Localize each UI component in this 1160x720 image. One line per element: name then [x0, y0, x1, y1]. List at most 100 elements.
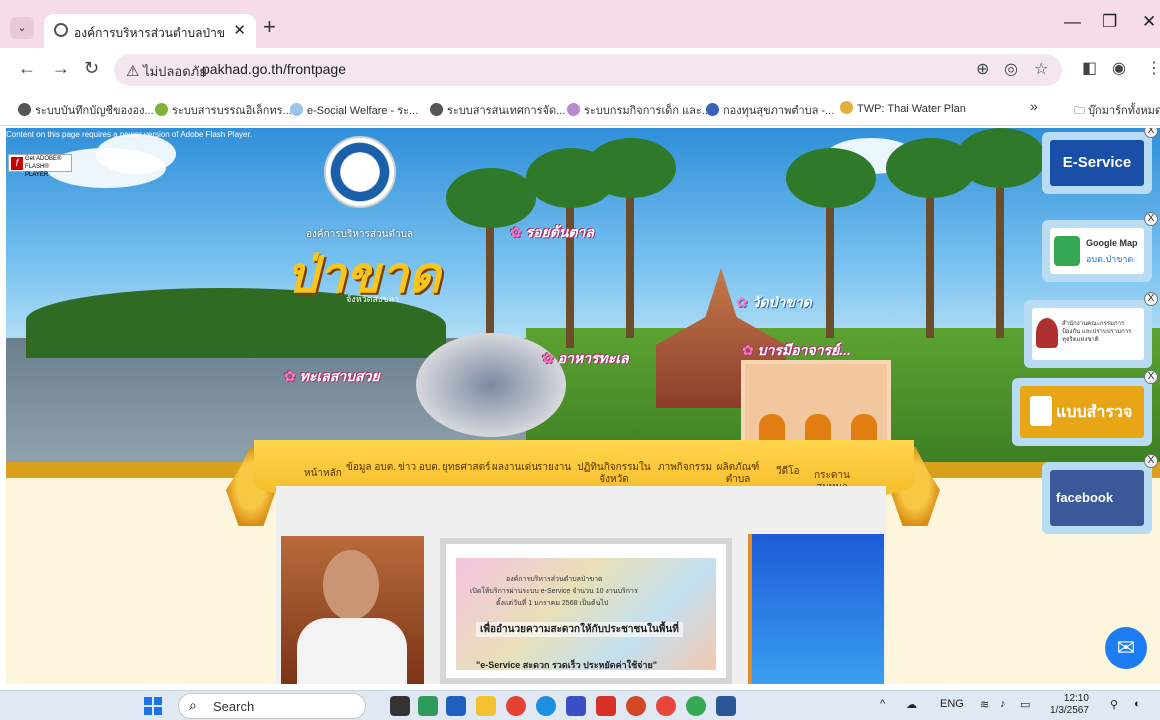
bookmarks-overflow-button[interactable]: »: [1030, 98, 1038, 114]
windows-start-icon[interactable]: [144, 697, 162, 715]
announcement-banner[interactable]: องค์การบริหารส่วนตำบลป่าขาด เปิดให้บริกา…: [440, 538, 732, 684]
google-map-link[interactable]: X Google Map อบต.ป่าขาด: [1042, 212, 1158, 282]
battery-icon[interactable]: ▭: [1020, 698, 1030, 711]
not-secure-indicator[interactable]: ⚠ ไม่ปลอดภัย: [126, 61, 207, 82]
menu-kebab-icon[interactable]: ⋮: [1146, 58, 1160, 78]
messenger-chat-icon[interactable]: ✉: [1105, 627, 1147, 669]
close-icon[interactable]: X: [1144, 370, 1158, 384]
site-icon: [155, 103, 168, 116]
tab-search-chevron-icon[interactable]: ⌄: [10, 17, 34, 39]
chrome-profile-icon[interactable]: [656, 696, 676, 716]
bookmark-star-icon[interactable]: ☆: [1034, 59, 1048, 79]
store-icon[interactable]: [446, 696, 466, 716]
close-window-button[interactable]: ✕: [1142, 12, 1156, 32]
nacc-emblem-icon: [1036, 318, 1058, 348]
bookmark-item[interactable]: ระบบกรมกิจการเด็ก และ...: [567, 101, 711, 119]
app-icon[interactable]: [418, 696, 438, 716]
nav-strategy[interactable]: ยุทธศาสตร์: [442, 462, 491, 474]
search-icon: ⌕: [189, 697, 197, 713]
browser-toolbar: ← → ↻ ⚠ ไม่ปลอดภัย pakhad.go.th/frontpag…: [0, 48, 1160, 92]
globe-icon: [430, 103, 443, 116]
site-icon: [706, 103, 719, 116]
nav-highlights[interactable]: ผลงานเด่น: [492, 462, 538, 474]
zoom-icon[interactable]: ⊕: [976, 59, 989, 79]
org-seal-logo: [324, 136, 396, 208]
input-language[interactable]: ENG: [940, 698, 964, 710]
close-icon[interactable]: X: [1144, 454, 1158, 468]
tracking-eye-icon[interactable]: ◎: [1004, 59, 1018, 79]
chrome-profile-icon[interactable]: [686, 696, 706, 716]
tab-close-icon[interactable]: ✕: [233, 21, 246, 39]
forward-button[interactable]: →: [52, 58, 70, 79]
wifi-icon[interactable]: ≋: [980, 698, 989, 711]
task-view-icon[interactable]: [390, 696, 410, 716]
nav-reports[interactable]: รายงาน: [537, 462, 571, 474]
bookmark-item[interactable]: ระบบบันทึกบัญชีขององ...: [18, 101, 154, 119]
side-panel-icon[interactable]: ◧: [1082, 58, 1097, 78]
url-text[interactable]: pakhad.go.th/frontpage: [202, 61, 346, 77]
eservice-link[interactable]: X E-Service: [1042, 128, 1158, 194]
bookmark-item[interactable]: กองทุนสุขภาพตำบล -...: [706, 101, 834, 119]
restore-button[interactable]: ❐: [1102, 12, 1117, 32]
facebook-link[interactable]: X facebook: [1042, 454, 1158, 534]
nav-news[interactable]: ข่าว อบต.: [398, 462, 440, 474]
minimize-button[interactable]: —: [1064, 12, 1081, 32]
bookmark-item[interactable]: e-Social Welfare - ระ...: [290, 101, 418, 119]
site-icon: [567, 103, 580, 116]
bookmark-item[interactable]: ระบบสารสนเทศการจัด...: [430, 101, 565, 119]
close-icon[interactable]: X: [1144, 292, 1158, 306]
chrome-icon[interactable]: [506, 696, 526, 716]
get-flash-player-badge[interactable]: Get ADOBE® FLASH® PLAYER: [8, 154, 72, 178]
nav-home[interactable]: หน้าหลัก: [304, 468, 342, 480]
system-clock[interactable]: 12:10 1/3/2567: [1050, 693, 1089, 717]
not-secure-label: ไม่ปลอดภัย: [143, 64, 207, 79]
bookmark-item[interactable]: ระบบสารบรรณอิเล็กทร...: [155, 101, 292, 119]
palm-tree: [956, 128, 1046, 188]
close-icon[interactable]: X: [1144, 212, 1158, 226]
site-icon: [840, 101, 853, 114]
globe-icon: [54, 23, 68, 37]
active-tab[interactable]: องค์การบริหารส่วนตำบลป่าขาด อ.สิงหนคร ✕: [44, 14, 256, 48]
pdf-reader-icon[interactable]: [596, 696, 616, 716]
palm-tree: [786, 148, 876, 208]
app-icon[interactable]: [566, 696, 586, 716]
nacc-card: สำนักงานคณะกรรมการป้องกัน และปราบปรามการ…: [1032, 308, 1144, 360]
nacc-link[interactable]: X สำนักงานคณะกรรมการป้องกัน และปราบปรามก…: [1024, 292, 1158, 368]
new-tab-button[interactable]: +: [263, 14, 276, 40]
temple-label: วัดป่าขาด: [736, 292, 812, 314]
portrait-uniform: [297, 618, 407, 684]
taskbar-search[interactable]: ⌕ Search: [178, 693, 366, 719]
address-bar[interactable]: ⚠ ไม่ปลอดภัย pakhad.go.th/frontpage ⊕ ◎ …: [114, 54, 1062, 86]
word-icon[interactable]: [716, 696, 736, 716]
back-button[interactable]: ←: [18, 58, 36, 79]
cloud: [96, 134, 176, 174]
reload-button[interactable]: ↻: [84, 58, 99, 79]
palm-label: รอยต้นตาล: [510, 222, 594, 244]
tray-overflow-chevron-icon[interactable]: ^: [880, 698, 885, 710]
nav-video[interactable]: วีดีโอ: [776, 466, 800, 478]
clock-time: 12:10: [1063, 693, 1089, 704]
nav-gallery[interactable]: ภาพกิจกรรม: [658, 462, 712, 474]
clock-date: 1/3/2567: [1050, 705, 1089, 716]
file-explorer-icon[interactable]: [476, 696, 496, 716]
powerpoint-icon[interactable]: [626, 696, 646, 716]
blue-side-panel: [748, 534, 884, 684]
all-bookmarks-folder[interactable]: 🗀 บุ๊กมาร์กทั้งหมด: [1074, 101, 1160, 121]
bookmark-item[interactable]: TWP: Thai Water Plan: [840, 101, 966, 115]
edge-icon[interactable]: [536, 696, 556, 716]
nav-calendar[interactable]: ปฏิทินกิจกรรมใน จังหวัด: [574, 462, 654, 486]
profile-avatar[interactable]: ◉: [1112, 58, 1126, 78]
copilot-icon[interactable]: ◐: [1134, 698, 1141, 710]
portrait-face: [323, 550, 379, 620]
survey-card: แบบสำรวจ: [1020, 386, 1144, 438]
onedrive-cloud-icon[interactable]: ☁: [906, 698, 917, 711]
notification-icon[interactable]: ⚲: [1110, 698, 1118, 711]
survey-link[interactable]: X แบบสำรวจ: [1012, 370, 1158, 446]
announcement-line: ตั้งแต่วันที่ 1 มกราคม 2568 เป็นต้นไป: [496, 600, 609, 607]
nav-products[interactable]: ผลิตภัณฑ์ ตำบล: [716, 462, 760, 486]
volume-icon[interactable]: ♪: [1000, 698, 1006, 710]
facebook-label: facebook: [1050, 470, 1144, 526]
chief-executive-photo[interactable]: [281, 536, 424, 684]
nav-about[interactable]: ข้อมูล อบต.: [346, 462, 396, 474]
folder-icon: 🗀: [1074, 105, 1089, 117]
